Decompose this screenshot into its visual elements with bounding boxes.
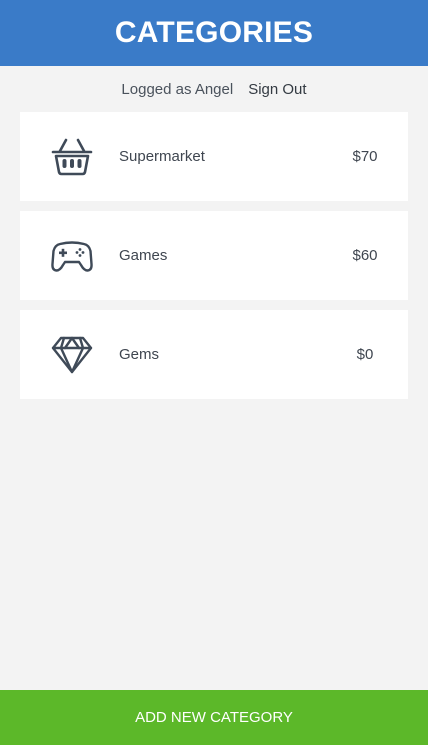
- category-name: Gems: [119, 346, 160, 363]
- logged-user-text: Logged as Angel: [121, 80, 234, 98]
- category-amount: $70: [352, 148, 378, 165]
- category-name: Supermarket: [119, 148, 205, 165]
- diamond-icon: [51, 334, 93, 376]
- category-amount: $60: [352, 247, 378, 264]
- category-card-games[interactable]: Games $60: [20, 211, 408, 300]
- add-category-button[interactable]: ADD NEW CATEGORY: [0, 690, 428, 745]
- category-card-supermarket[interactable]: Supermarket $70: [20, 112, 408, 201]
- session-bar: Logged as Angel Sign Out: [0, 66, 428, 112]
- category-amount: $0: [356, 346, 374, 363]
- gamepad-icon: [51, 235, 93, 277]
- page-title: CATEGORIES: [114, 16, 314, 49]
- sign-out-link[interactable]: Sign Out: [248, 81, 306, 98]
- category-list: Supermarket $70 Games $60 Gems $0: [0, 112, 428, 399]
- basket-icon: [51, 136, 93, 178]
- category-name: Games: [119, 247, 168, 264]
- category-card-gems[interactable]: Gems $0: [20, 310, 408, 399]
- header-bar: CATEGORIES: [0, 0, 428, 66]
- app-screen: CATEGORIES Logged as Angel Sign Out Supe…: [0, 0, 428, 745]
